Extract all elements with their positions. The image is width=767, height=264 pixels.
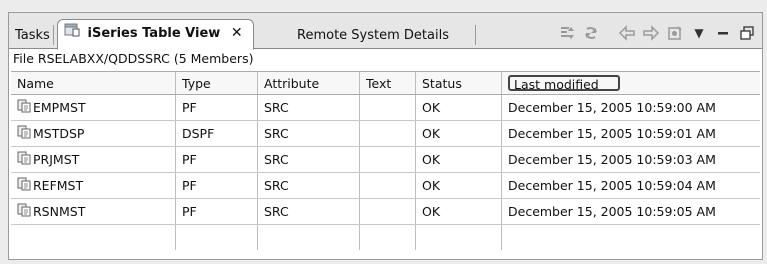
empty-cell: [360, 225, 416, 250]
table-row[interactable]: RSNMST PF SRC OK December 15, 2005 10:59…: [11, 199, 760, 225]
member-attribute: SRC: [258, 95, 360, 120]
member-name-cell: MSTDSP: [11, 121, 176, 146]
members-table: Name Type Attribute Text Status Last mod…: [11, 71, 760, 259]
forward-icon[interactable]: [642, 24, 660, 42]
member-name: MSTDSP: [33, 126, 85, 141]
member-last-modified: December 15, 2005 10:59:04 AM: [508, 178, 716, 193]
member-type: PF: [176, 173, 258, 198]
member-name: EMPMST: [33, 100, 86, 115]
refresh-icon[interactable]: [582, 24, 600, 42]
home-icon[interactable]: [666, 24, 684, 42]
member-name: REFMST: [33, 178, 84, 193]
member-type: PF: [176, 199, 258, 224]
view-menu-icon[interactable]: ▼: [690, 24, 708, 42]
member-name: PRJMST: [33, 152, 80, 167]
member-text: [360, 95, 416, 120]
table-view-panel: Tasks iSeries Table View ✕ Remote System…: [8, 12, 763, 260]
member-last-modified: December 15, 2005 10:59:00 AM: [508, 100, 716, 115]
empty-cell: [258, 225, 360, 250]
tab-bar: Tasks iSeries Table View ✕ Remote System…: [9, 13, 762, 50]
tab-iseries-table-view-label: iSeries Table View: [87, 26, 221, 41]
member-type: DSPF: [176, 121, 258, 146]
member-last-modified: December 15, 2005 10:59:03 AM: [508, 152, 716, 167]
member-status: OK: [416, 199, 502, 224]
column-header-last-modified[interactable]: Last modified: [502, 72, 760, 94]
tab-remote-system-details-label: Remote System Details: [297, 28, 449, 43]
tab-iseries-table-view[interactable]: iSeries Table View ✕: [57, 19, 254, 50]
tab-separator: [475, 25, 476, 45]
column-header-status[interactable]: Status: [416, 72, 502, 94]
member-status: OK: [416, 147, 502, 172]
member-type: PF: [176, 95, 258, 120]
member-status: OK: [416, 121, 502, 146]
member-last-modified: December 15, 2005 10:59:05 AM: [508, 204, 716, 219]
member-text: [360, 121, 416, 146]
member-name-cell: PRJMST: [11, 147, 176, 172]
tab-separator: [53, 25, 54, 45]
member-name-cell: RSNMST: [11, 199, 176, 224]
table-row[interactable]: REFMST PF SRC OK December 15, 2005 10:59…: [11, 173, 760, 199]
member-status: OK: [416, 95, 502, 120]
table-row[interactable]: EMPMST PF SRC OK December 15, 2005 10:59…: [11, 95, 760, 121]
member-text: [360, 199, 416, 224]
tab-remote-system-details[interactable]: Remote System Details: [297, 24, 449, 47]
tab-tasks-label: Tasks: [15, 28, 50, 43]
member-last-modified: December 15, 2005 10:59:01 AM: [508, 126, 716, 141]
member-attribute: SRC: [258, 147, 360, 172]
member-path-label: File RSELABXX/QDDSSRC (5 Members): [13, 51, 254, 66]
source-member-icon: [17, 99, 31, 116]
member-name-cell: REFMST: [11, 173, 176, 198]
empty-cell: [11, 225, 176, 250]
source-member-icon: [17, 177, 31, 194]
column-header-text[interactable]: Text: [360, 72, 416, 94]
member-text: [360, 147, 416, 172]
column-header-type[interactable]: Type: [176, 72, 258, 94]
table-header: Name Type Attribute Text Status Last mod…: [11, 71, 760, 95]
member-attribute: SRC: [258, 121, 360, 146]
member-attribute: SRC: [258, 199, 360, 224]
member-status: OK: [416, 173, 502, 198]
empty-cell: [416, 225, 502, 250]
filter-icon[interactable]: [558, 24, 576, 42]
column-header-name[interactable]: Name: [11, 72, 176, 94]
source-member-icon: [17, 203, 31, 220]
close-icon[interactable]: ✕: [231, 25, 243, 41]
last-modified-highlight: Last modified: [508, 75, 620, 92]
table-row[interactable]: PRJMST PF SRC OK December 15, 2005 10:59…: [11, 147, 760, 173]
column-header-attribute[interactable]: Attribute: [258, 72, 360, 94]
tab-tasks[interactable]: Tasks: [15, 24, 50, 47]
table-view-icon: [64, 20, 80, 47]
back-icon[interactable]: [618, 24, 636, 42]
empty-cell: [502, 225, 760, 250]
member-name: RSNMST: [33, 204, 86, 219]
source-member-icon: [17, 151, 31, 168]
member-attribute: SRC: [258, 173, 360, 198]
member-text: [360, 173, 416, 198]
empty-cell: [176, 225, 258, 250]
maximize-icon[interactable]: [738, 24, 756, 42]
table-row[interactable]: MSTDSP DSPF SRC OK December 15, 2005 10:…: [11, 121, 760, 147]
minimize-icon[interactable]: [714, 24, 732, 42]
view-toolbar: ▼: [558, 22, 756, 44]
member-name-cell: EMPMST: [11, 95, 176, 120]
source-member-icon: [17, 125, 31, 142]
member-type: PF: [176, 147, 258, 172]
empty-table-row: [11, 225, 760, 250]
